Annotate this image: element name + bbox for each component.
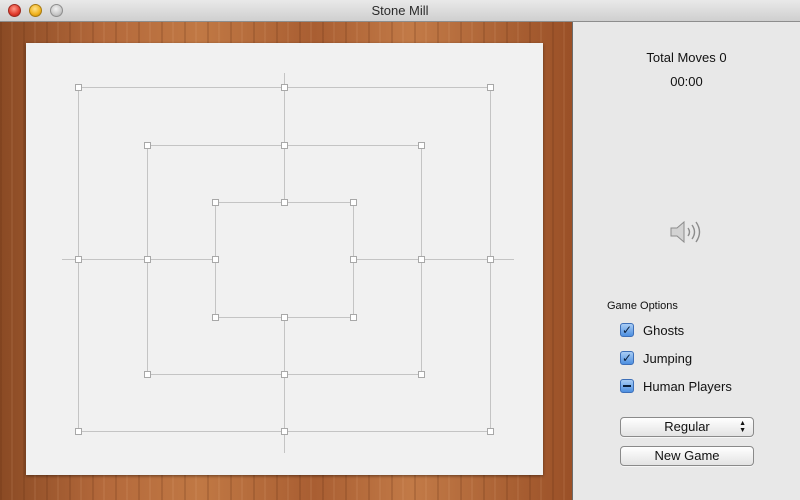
human-players-checkbox[interactable] bbox=[620, 379, 634, 393]
mixed-state-icon bbox=[623, 385, 631, 387]
board-point bbox=[144, 256, 151, 263]
board-point bbox=[212, 314, 219, 321]
option-human-players[interactable]: Human Players bbox=[620, 377, 732, 395]
inner-square bbox=[215, 202, 354, 318]
board-point bbox=[487, 256, 494, 263]
board-point bbox=[418, 371, 425, 378]
board-point bbox=[75, 256, 82, 263]
board-point bbox=[350, 314, 357, 321]
title-bar[interactable]: Stone Mill bbox=[0, 0, 800, 22]
game-board[interactable] bbox=[26, 43, 543, 475]
option-ghosts[interactable]: ✓ Ghosts bbox=[620, 321, 684, 339]
board-point bbox=[281, 142, 288, 149]
board-point bbox=[487, 84, 494, 91]
board-point bbox=[350, 199, 357, 206]
board-point bbox=[418, 256, 425, 263]
board-point bbox=[212, 199, 219, 206]
board-point bbox=[75, 428, 82, 435]
board-point bbox=[350, 256, 357, 263]
board-point bbox=[281, 84, 288, 91]
speaker-icon[interactable] bbox=[669, 219, 703, 245]
game-mode-value: Regular bbox=[664, 419, 710, 434]
jumping-checkbox[interactable]: ✓ bbox=[620, 351, 634, 365]
board-point bbox=[281, 199, 288, 206]
board-point bbox=[281, 314, 288, 321]
board-point bbox=[487, 428, 494, 435]
option-label: Human Players bbox=[643, 378, 732, 394]
sidebar: Total Moves 0 00:00 Game Options ✓ Ghost… bbox=[573, 22, 800, 500]
popup-arrows-icon: ▲ ▼ bbox=[739, 420, 746, 434]
board-point bbox=[144, 371, 151, 378]
option-jumping[interactable]: ✓ Jumping bbox=[620, 349, 692, 367]
window-title: Stone Mill bbox=[371, 3, 429, 18]
board-point bbox=[281, 371, 288, 378]
option-label: Ghosts bbox=[643, 322, 685, 338]
ghosts-checkbox[interactable]: ✓ bbox=[620, 323, 634, 337]
board-point bbox=[418, 142, 425, 149]
board-point bbox=[212, 256, 219, 263]
board-point bbox=[281, 428, 288, 435]
new-game-button[interactable]: New Game bbox=[620, 446, 754, 466]
board-point bbox=[75, 84, 82, 91]
total-moves-label: Total Moves 0 bbox=[646, 50, 727, 65]
game-timer: 00:00 bbox=[670, 74, 703, 89]
board-lines bbox=[62, 73, 514, 453]
game-options-heading: Game Options bbox=[607, 300, 678, 312]
option-label: Jumping bbox=[643, 350, 693, 366]
app-window: Stone Mill Total Moves 0 00:00 Game Opti… bbox=[0, 0, 800, 500]
game-mode-popup[interactable]: Regular ▲ ▼ bbox=[620, 417, 754, 437]
board-point bbox=[144, 142, 151, 149]
